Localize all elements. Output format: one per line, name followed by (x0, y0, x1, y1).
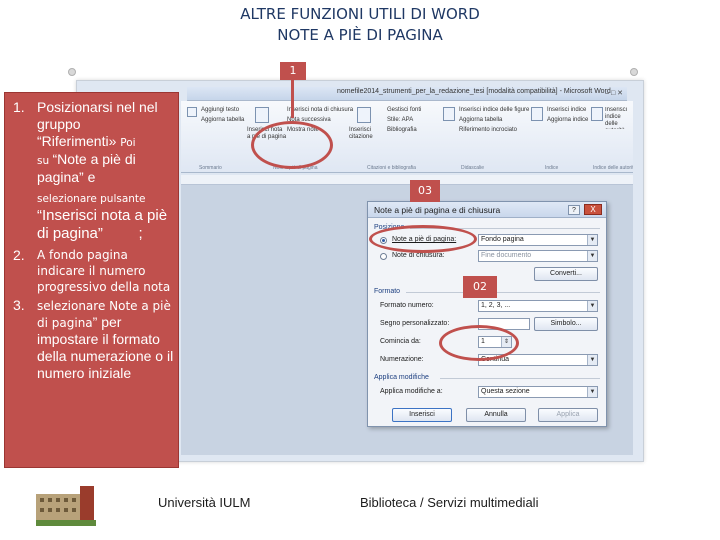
insert-citation-icon[interactable] (357, 107, 371, 123)
ribbon-insert-figures-index[interactable]: Inserisci indice delle figure (459, 107, 529, 113)
footnote-option-highlight (369, 225, 477, 253)
insert-footnote-icon[interactable] (255, 107, 269, 123)
ribbon-group-authorities: Indice delle autorità (593, 165, 633, 171)
format-separator (406, 292, 600, 293)
callout-2: 02 (463, 276, 497, 298)
footnote-button-highlight (251, 121, 333, 169)
help-button[interactable]: ? (568, 205, 580, 215)
format-section-label: Formato (374, 288, 401, 295)
references-ribbon: Aggiungi testo Aggiorna tabella Sommario… (181, 101, 633, 173)
resize-handle-tl[interactable] (68, 68, 76, 76)
dialog-title-bar: Note a piè di pagina e di chiusura ? X (368, 202, 606, 218)
footer-library: Biblioteca / Servizi multimediali (360, 495, 539, 510)
chevron-down-icon[interactable]: ▼ (587, 235, 597, 245)
symbol-button[interactable]: Simbolo... (534, 317, 598, 331)
apply-button[interactable]: Applica (538, 408, 598, 422)
ribbon-bibliography[interactable]: Bibliografia (387, 127, 417, 133)
close-button[interactable]: X (584, 204, 602, 215)
table-of-contents-icon[interactable] (187, 107, 197, 117)
resize-handle-tr[interactable] (630, 68, 638, 76)
endnote-radio-label[interactable]: Note di chiusura: (392, 252, 445, 259)
step-1-text-d2: “Inserisci nota a piè di pagina” (37, 207, 168, 242)
start-at-highlight (439, 325, 519, 361)
number-format-value: 1, 2, 3, ... (481, 302, 511, 309)
step-2-number: 2. (13, 247, 25, 263)
ribbon-group-toc: Sommario (199, 165, 222, 171)
step-2-text: A fondo pagina indicare il numero progre… (37, 248, 171, 294)
custom-mark-label: Segno personalizzato: (380, 320, 450, 327)
ribbon-cross-reference[interactable]: Riferimento incrociato (459, 127, 517, 133)
endnote-position-select[interactable]: Fine documento ▼ (478, 250, 598, 262)
ribbon-update-index[interactable]: Aggiorna indice (547, 117, 588, 123)
slide-title-line2: NOTE A PIÈ DI PAGINA (277, 26, 443, 44)
step-1-line-d: selezionare pulsante “Inserisci nota a p… (37, 189, 178, 243)
ribbon-group-captions: Didascalie (461, 165, 485, 171)
cancel-button[interactable]: Annulla (466, 408, 526, 422)
dialog-title: Note a piè di pagina e di chiusura (374, 205, 501, 215)
mark-citation-icon[interactable] (591, 107, 603, 121)
step-1-text-d1: selezionare pulsante (37, 193, 146, 205)
footnote-position-value: Fondo pagina (481, 236, 524, 243)
chevron-down-icon[interactable]: ▼ (587, 301, 597, 311)
ribbon-insert-index[interactable]: Inserisci indice (547, 107, 586, 113)
word-window-title: nomefile2014_strumenti_per_la_redazione_… (337, 88, 611, 95)
window-controls[interactable]: – □ ✕ (605, 89, 623, 97)
step-3-number: 3. (13, 297, 25, 313)
endnote-position-value: Fine documento (481, 252, 532, 259)
ribbon-item-update-table[interactable]: Aggiorna tabella (201, 117, 244, 123)
callout-1-pointer (291, 80, 294, 118)
step-3: 3. selezionare Note a piè di pagina” per… (13, 297, 178, 382)
apply-to-value: Questa sezione (481, 388, 530, 395)
ribbon-insert-endnote[interactable]: Inserisci nota di chiusura (287, 107, 353, 113)
step-3-text: selezionare Note a piè di pagina” per im… (37, 297, 178, 382)
instructions-box: 1. Posizionarsi nel nel gruppo “Riferime… (4, 92, 179, 468)
word-title-bar: nomefile2014_strumenti_per_la_redazione_… (187, 87, 627, 101)
footnote-position-select[interactable]: Fondo pagina ▼ (478, 234, 598, 246)
callout-3: 03 (410, 180, 440, 202)
insert-button[interactable]: Inserisci (392, 408, 452, 422)
ribbon-group-citations: Citazioni e bibliografia (367, 165, 416, 171)
apply-changes-section-label: Applica modifiche (374, 374, 429, 381)
insert-caption-icon[interactable] (443, 107, 455, 121)
ribbon-manage-sources[interactable]: Gestisci fonti (387, 107, 421, 113)
apply-to-select[interactable]: Questa sezione ▼ (478, 386, 598, 398)
step-1: 1. Posizionarsi nel nel gruppo “Riferime… (13, 99, 178, 243)
number-format-label: Formato numero: (380, 302, 434, 309)
ribbon-group-index: Indice (545, 165, 559, 171)
ribbon-insert-authorities[interactable]: Inserisci indice delle autorità (605, 107, 633, 129)
callout-1: 1 (280, 62, 306, 80)
step-1-text-c1: su (37, 155, 53, 167)
convert-button[interactable]: Converti... (534, 267, 598, 281)
ribbon-insert-citation[interactable]: Inserisci citazione (349, 127, 385, 141)
mark-entry-icon[interactable] (531, 107, 543, 121)
step-1-line-a: Posizionarsi nel nel gruppo (37, 99, 158, 132)
step-1-line-c: su “Note a piè di pagina” e (37, 151, 178, 186)
step-1-text-c2: “Note a piè di pagina” e (37, 151, 136, 185)
ribbon-item-add-text[interactable]: Aggiungi testo (201, 107, 239, 113)
numbering-label: Numerazione: (380, 356, 424, 363)
ribbon-update-table-2[interactable]: Aggiorna tabella (459, 117, 502, 123)
ruler (181, 175, 633, 185)
apply-separator (440, 378, 600, 379)
building-icon (30, 482, 102, 528)
ribbon-style[interactable]: Stile: APA (387, 117, 413, 123)
chevron-down-icon[interactable]: ▼ (587, 355, 597, 365)
step-1-line-b: “Riferimenti» Poi (37, 133, 178, 151)
step-1-text-d3: ; (138, 225, 143, 242)
number-format-select[interactable]: 1, 2, 3, ... ▼ (478, 300, 598, 312)
step-2: 2. A fondo pagina indicare il numero pro… (13, 247, 178, 295)
instruction-steps: 1. Posizionarsi nel nel gruppo “Riferime… (13, 99, 178, 384)
slide-title-line1: ALTRE FUNZIONI UTILI DI WORD (240, 5, 480, 23)
chevron-down-icon[interactable]: ▼ (587, 251, 597, 261)
endnote-radio[interactable] (380, 253, 387, 260)
slide-title: ALTRE FUNZIONI UTILI DI WORD NOTE A PIÈ … (0, 4, 720, 46)
step-1-text-b2: Poi (120, 137, 136, 149)
chevron-down-icon[interactable]: ▼ (587, 387, 597, 397)
step-1-text-b: “Riferimenti» (37, 133, 121, 149)
footer-university: Università IULM (158, 495, 251, 510)
step-1-number: 1. (13, 99, 25, 115)
apply-to-label: Applica modifiche a: (380, 388, 443, 395)
start-at-label: Comincia da: (380, 338, 421, 345)
university-logo (30, 482, 102, 528)
